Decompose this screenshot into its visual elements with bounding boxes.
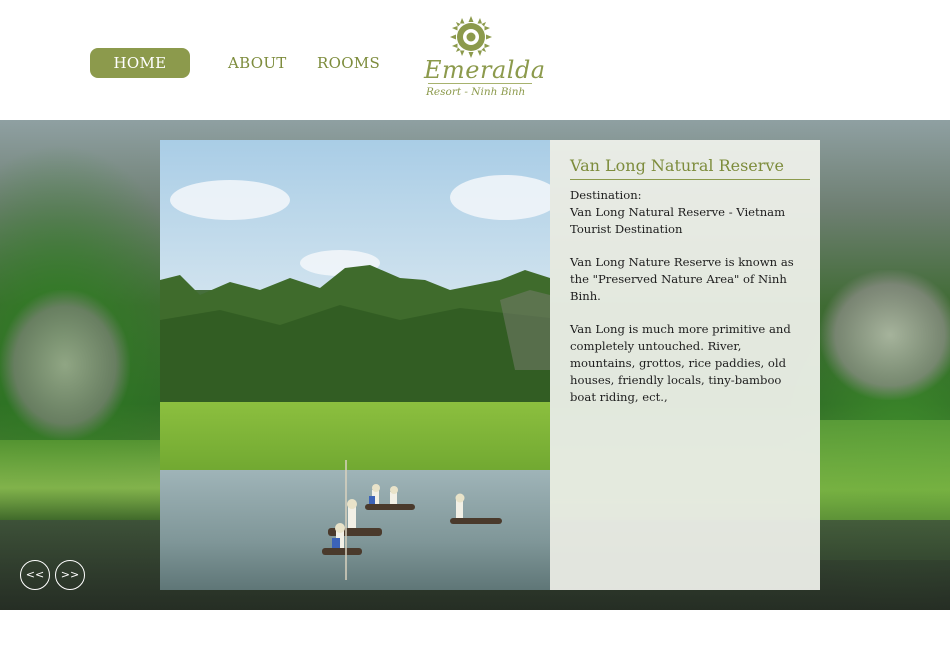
sun-emblem-icon bbox=[450, 16, 492, 58]
site-header: HOME ABOUT ROOMS Emeralda Resort - Ninh … bbox=[0, 0, 950, 120]
boats-illustration bbox=[322, 460, 502, 580]
logo-wordmark: Emeralda bbox=[424, 56, 546, 84]
slide-photo bbox=[160, 140, 550, 590]
nav-about-link[interactable]: ABOUT bbox=[228, 48, 287, 78]
slide-info-panel: Van Long Natural Reserve Destination: Va… bbox=[550, 140, 820, 590]
description-paragraph-1: Van Long Nature Reserve is known as the … bbox=[570, 255, 794, 303]
destination-value: Van Long Natural Reserve - Vietnam Touri… bbox=[570, 204, 786, 236]
slide-title: Van Long Natural Reserve bbox=[570, 156, 810, 180]
photo-mountains bbox=[160, 265, 550, 410]
photo-cloud bbox=[450, 175, 550, 220]
photo-cloud bbox=[170, 180, 290, 220]
slider-next-button[interactable]: >> bbox=[55, 560, 85, 590]
background-grass-left bbox=[0, 440, 160, 520]
emeralda-logo[interactable]: Emeralda Resort - Ninh Binh bbox=[420, 16, 545, 106]
background-rock-left bbox=[0, 290, 130, 440]
destination-label: Destination: bbox=[570, 188, 642, 202]
background-rock-right bbox=[820, 270, 950, 400]
nav-home-button[interactable]: HOME bbox=[90, 48, 190, 78]
slide-description: Destination: Van Long Natural Reserve - … bbox=[570, 187, 802, 422]
description-paragraph-2: Van Long is much more primitive and comp… bbox=[570, 322, 791, 404]
logo-subtitle: Resort - Ninh Binh bbox=[426, 86, 526, 98]
logo-divider bbox=[428, 83, 532, 84]
slider-prev-button[interactable]: << bbox=[20, 560, 50, 590]
nav-rooms-link[interactable]: ROOMS bbox=[317, 48, 380, 78]
